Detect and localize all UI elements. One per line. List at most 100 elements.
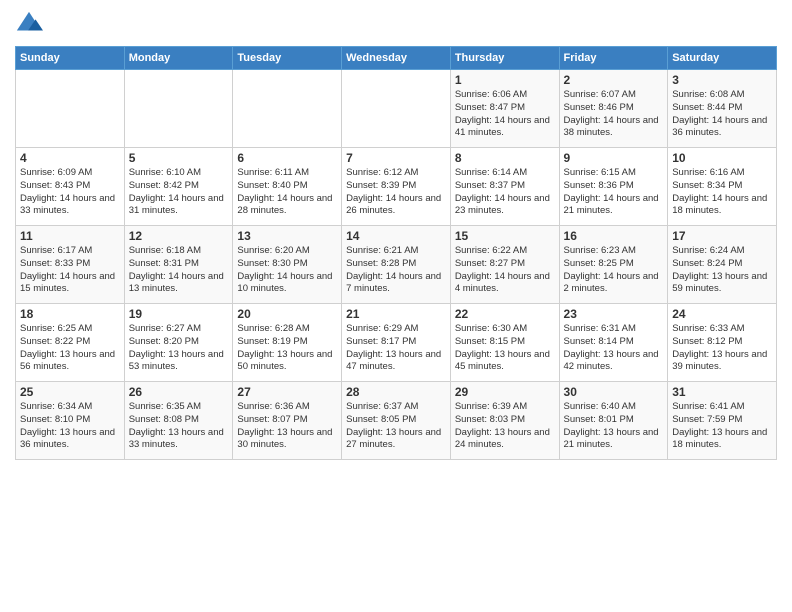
day-info: Sunrise: 6:23 AM Sunset: 8:25 PM Dayligh… (564, 245, 664, 296)
weekday-header: Tuesday (233, 47, 342, 70)
day-info: Sunrise: 6:21 AM Sunset: 8:28 PM Dayligh… (346, 245, 446, 296)
day-number: 2 (564, 73, 664, 87)
day-number: 10 (672, 151, 772, 165)
day-info: Sunrise: 6:12 AM Sunset: 8:39 PM Dayligh… (346, 167, 446, 218)
day-info: Sunrise: 6:16 AM Sunset: 8:34 PM Dayligh… (672, 167, 772, 218)
day-info: Sunrise: 6:29 AM Sunset: 8:17 PM Dayligh… (346, 323, 446, 374)
day-info: Sunrise: 6:09 AM Sunset: 8:43 PM Dayligh… (20, 167, 120, 218)
calendar-cell: 9 Sunrise: 6:15 AM Sunset: 8:36 PM Daylig… (559, 148, 668, 226)
day-number: 7 (346, 151, 446, 165)
day-number: 20 (237, 307, 337, 321)
day-number: 5 (129, 151, 229, 165)
calendar-cell: 18 Sunrise: 6:25 AM Sunset: 8:22 PM Dayli… (16, 304, 125, 382)
day-number: 11 (20, 229, 120, 243)
calendar-cell (233, 70, 342, 148)
day-info: Sunrise: 6:39 AM Sunset: 8:03 PM Dayligh… (455, 401, 555, 452)
day-number: 29 (455, 385, 555, 399)
day-info: Sunrise: 6:11 AM Sunset: 8:40 PM Dayligh… (237, 167, 337, 218)
calendar-cell: 13 Sunrise: 6:20 AM Sunset: 8:30 PM Dayli… (233, 226, 342, 304)
day-info: Sunrise: 6:15 AM Sunset: 8:36 PM Dayligh… (564, 167, 664, 218)
day-number: 18 (20, 307, 120, 321)
weekday-header: Thursday (450, 47, 559, 70)
calendar-cell: 30 Sunrise: 6:40 AM Sunset: 8:01 PM Dayli… (559, 382, 668, 460)
day-info: Sunrise: 6:31 AM Sunset: 8:14 PM Dayligh… (564, 323, 664, 374)
day-info: Sunrise: 6:14 AM Sunset: 8:37 PM Dayligh… (455, 167, 555, 218)
day-number: 31 (672, 385, 772, 399)
day-info: Sunrise: 6:41 AM Sunset: 7:59 PM Dayligh… (672, 401, 772, 452)
calendar-cell: 16 Sunrise: 6:23 AM Sunset: 8:25 PM Dayli… (559, 226, 668, 304)
calendar-cell: 1 Sunrise: 6:06 AM Sunset: 8:47 PM Daylig… (450, 70, 559, 148)
calendar-cell: 10 Sunrise: 6:16 AM Sunset: 8:34 PM Dayli… (668, 148, 777, 226)
day-number: 1 (455, 73, 555, 87)
calendar-table: SundayMondayTuesdayWednesdayThursdayFrid… (15, 46, 777, 460)
day-number: 30 (564, 385, 664, 399)
calendar-cell: 12Sunrise: 6:18 AM Sunset: 8:31 PM Dayli… (124, 226, 233, 304)
day-number: 16 (564, 229, 664, 243)
day-info: Sunrise: 6:24 AM Sunset: 8:24 PM Dayligh… (672, 245, 772, 296)
day-number: 6 (237, 151, 337, 165)
day-number: 3 (672, 73, 772, 87)
calendar-cell: 20 Sunrise: 6:28 AM Sunset: 8:19 PM Dayli… (233, 304, 342, 382)
day-number: 14 (346, 229, 446, 243)
day-info: Sunrise: 6:20 AM Sunset: 8:30 PM Dayligh… (237, 245, 337, 296)
calendar-cell (342, 70, 451, 148)
logo (15, 10, 47, 38)
calendar-cell: 6 Sunrise: 6:11 AM Sunset: 8:40 PM Daylig… (233, 148, 342, 226)
calendar-cell: 2 Sunrise: 6:07 AM Sunset: 8:46 PM Daylig… (559, 70, 668, 148)
day-number: 15 (455, 229, 555, 243)
calendar-cell: 3 Sunrise: 6:08 AM Sunset: 8:44 PM Daylig… (668, 70, 777, 148)
day-info: Sunrise: 6:06 AM Sunset: 8:47 PM Dayligh… (455, 89, 555, 140)
day-number: 25 (20, 385, 120, 399)
day-number: 19 (129, 307, 229, 321)
day-number: 22 (455, 307, 555, 321)
calendar-cell (16, 70, 125, 148)
calendar-cell: 26 Sunrise: 6:35 AM Sunset: 8:08 PM Dayli… (124, 382, 233, 460)
logo-icon (15, 10, 43, 38)
calendar-cell: 27Sunrise: 6:36 AM Sunset: 8:07 PM Dayli… (233, 382, 342, 460)
day-number: 8 (455, 151, 555, 165)
calendar-cell: 25Sunrise: 6:34 AM Sunset: 8:10 PM Dayli… (16, 382, 125, 460)
calendar-cell: 7 Sunrise: 6:12 AM Sunset: 8:39 PM Daylig… (342, 148, 451, 226)
day-info: Sunrise: 6:07 AM Sunset: 8:46 PM Dayligh… (564, 89, 664, 140)
calendar-week-row: 4 Sunrise: 6:09 AM Sunset: 8:43 PM Daylig… (16, 148, 777, 226)
day-number: 4 (20, 151, 120, 165)
day-number: 26 (129, 385, 229, 399)
day-number: 23 (564, 307, 664, 321)
day-info: Sunrise: 6:28 AM Sunset: 8:19 PM Dayligh… (237, 323, 337, 374)
day-info: Sunrise: 6:33 AM Sunset: 8:12 PM Dayligh… (672, 323, 772, 374)
day-info: Sunrise: 6:22 AM Sunset: 8:27 PM Dayligh… (455, 245, 555, 296)
calendar-cell: 4 Sunrise: 6:09 AM Sunset: 8:43 PM Daylig… (16, 148, 125, 226)
calendar-cell: 29 Sunrise: 6:39 AM Sunset: 8:03 PM Dayli… (450, 382, 559, 460)
day-info: Sunrise: 6:37 AM Sunset: 8:05 PM Dayligh… (346, 401, 446, 452)
day-info: Sunrise: 6:35 AM Sunset: 8:08 PM Dayligh… (129, 401, 229, 452)
calendar-cell (124, 70, 233, 148)
day-number: 24 (672, 307, 772, 321)
calendar-header-row: SundayMondayTuesdayWednesdayThursdayFrid… (16, 47, 777, 70)
day-info: Sunrise: 6:40 AM Sunset: 8:01 PM Dayligh… (564, 401, 664, 452)
calendar-cell: 22Sunrise: 6:30 AM Sunset: 8:15 PM Dayli… (450, 304, 559, 382)
day-info: Sunrise: 6:25 AM Sunset: 8:22 PM Dayligh… (20, 323, 120, 374)
header (15, 10, 777, 38)
day-number: 9 (564, 151, 664, 165)
main-container: SundayMondayTuesdayWednesdayThursdayFrid… (0, 0, 792, 470)
day-info: Sunrise: 6:10 AM Sunset: 8:42 PM Dayligh… (129, 167, 229, 218)
weekday-header: Saturday (668, 47, 777, 70)
calendar-week-row: 11Sunrise: 6:17 AM Sunset: 8:33 PM Dayli… (16, 226, 777, 304)
calendar-cell: 8 Sunrise: 6:14 AM Sunset: 8:37 PM Daylig… (450, 148, 559, 226)
day-number: 13 (237, 229, 337, 243)
weekday-header: Wednesday (342, 47, 451, 70)
day-info: Sunrise: 6:27 AM Sunset: 8:20 PM Dayligh… (129, 323, 229, 374)
day-info: Sunrise: 6:08 AM Sunset: 8:44 PM Dayligh… (672, 89, 772, 140)
calendar-week-row: 18 Sunrise: 6:25 AM Sunset: 8:22 PM Dayli… (16, 304, 777, 382)
calendar-cell: 15 Sunrise: 6:22 AM Sunset: 8:27 PM Dayli… (450, 226, 559, 304)
calendar-cell: 23 Sunrise: 6:31 AM Sunset: 8:14 PM Dayli… (559, 304, 668, 382)
calendar-cell: 21Sunrise: 6:29 AM Sunset: 8:17 PM Dayli… (342, 304, 451, 382)
calendar-cell: 11Sunrise: 6:17 AM Sunset: 8:33 PM Dayli… (16, 226, 125, 304)
calendar-week-row: 25Sunrise: 6:34 AM Sunset: 8:10 PM Dayli… (16, 382, 777, 460)
calendar-week-row: 1 Sunrise: 6:06 AM Sunset: 8:47 PM Daylig… (16, 70, 777, 148)
day-info: Sunrise: 6:18 AM Sunset: 8:31 PM Dayligh… (129, 245, 229, 296)
day-number: 28 (346, 385, 446, 399)
day-info: Sunrise: 6:36 AM Sunset: 8:07 PM Dayligh… (237, 401, 337, 452)
calendar-cell: 28 Sunrise: 6:37 AM Sunset: 8:05 PM Dayli… (342, 382, 451, 460)
calendar-cell: 5 Sunrise: 6:10 AM Sunset: 8:42 PM Daylig… (124, 148, 233, 226)
